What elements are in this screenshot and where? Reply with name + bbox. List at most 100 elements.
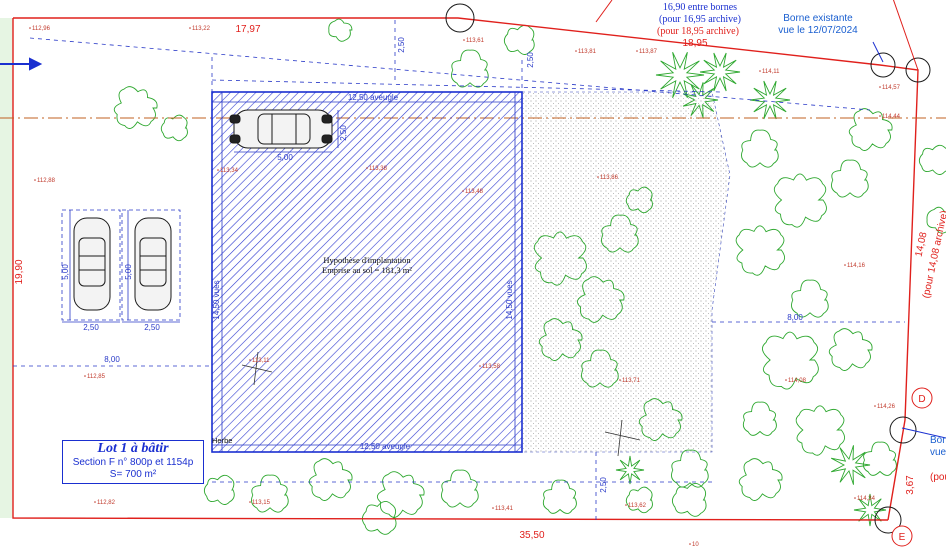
elevation-label: 112,96	[32, 26, 51, 32]
herbe-label: Herbe	[212, 436, 232, 445]
tree	[791, 279, 829, 318]
elevation-point	[462, 190, 464, 192]
elevation-point	[636, 50, 638, 52]
borne-note-partial-1: Borne	[930, 435, 946, 446]
dim-park-length-2: 5,00	[124, 264, 133, 280]
elevation-label: 114,57	[882, 85, 901, 91]
elevation-label: 113,81	[578, 49, 597, 55]
tree	[328, 18, 353, 42]
elevation-point	[366, 167, 368, 169]
tree	[735, 225, 785, 276]
dim-house-width-top: 12,50 aveugle	[348, 93, 399, 102]
shrub	[830, 445, 871, 485]
elevation-point	[84, 375, 86, 377]
dim-setback-top: 2,50	[397, 37, 406, 53]
elevation-point	[625, 504, 627, 506]
tree	[503, 24, 535, 55]
lot-area: S= 700 m²	[109, 469, 157, 480]
elevation-label: 10	[692, 542, 699, 548]
distance-note-3: (pour 18,95 archive)	[657, 26, 739, 37]
elevation-point	[249, 359, 251, 361]
tree	[918, 144, 946, 175]
implantation-subtitle: Emprise au sol = 181,3 m²	[322, 265, 412, 275]
tree	[113, 86, 158, 129]
elevation-point	[463, 39, 465, 41]
tree	[741, 129, 779, 168]
elevation-point	[854, 497, 856, 499]
tree	[828, 328, 873, 371]
elevation-point	[879, 115, 881, 117]
elevation-point	[879, 86, 881, 88]
tree	[742, 401, 777, 436]
tree	[451, 49, 489, 88]
tree	[361, 501, 397, 535]
lot-title: Lot 1 à bâtir	[97, 441, 169, 456]
dim-bottom-frontage: 35,50	[519, 530, 544, 541]
elevation-point	[94, 501, 96, 503]
elevation-label: 113,48	[465, 189, 484, 195]
dim-right-distance: 8,00	[787, 313, 803, 322]
tree	[160, 114, 188, 142]
tree	[773, 173, 827, 228]
elevation-label: 113,61	[466, 38, 485, 44]
elevation-label: 113,58	[482, 364, 501, 370]
elevation-label: 114,34	[857, 496, 876, 502]
dim-setback-bottom: 2,50	[599, 477, 608, 493]
dim-park-length-1: 5,00	[61, 264, 70, 280]
side-value: 14,08	[914, 231, 930, 258]
elevation-point	[34, 179, 36, 181]
elevation-label: 114,16	[847, 263, 866, 269]
elevation-point	[785, 379, 787, 381]
elevation-point	[597, 176, 599, 178]
tree	[862, 441, 897, 476]
elevation-label: 114,44	[882, 114, 901, 120]
elevation-label: 113,86	[600, 175, 619, 181]
elevation-label: 114,11	[762, 69, 780, 75]
elevation-label: 114,26	[877, 404, 896, 410]
elevation-point	[575, 50, 577, 52]
elevation-point	[29, 27, 31, 29]
dim-car-width: 2,50	[339, 125, 348, 141]
dim-park-width-2: 2,50	[144, 323, 160, 332]
borne-note-partial-2: vue	[930, 447, 946, 458]
elevation-label: 113,38	[369, 166, 388, 172]
dim-house-depth-right: 14,50 vues	[505, 280, 514, 319]
distance-note-4: 18,95	[682, 38, 707, 49]
tree	[441, 469, 479, 508]
tree	[203, 474, 235, 505]
borne-note-1: Borne existante	[783, 13, 853, 24]
elevation-label: 113,87	[639, 49, 658, 55]
tree	[251, 474, 289, 513]
elevation-point	[874, 405, 876, 407]
elevation-point	[217, 169, 219, 171]
elevation-point	[759, 70, 761, 72]
implantation-title: Hypothèse d'implantation	[323, 255, 411, 265]
elevation-label: 113,11	[252, 358, 270, 364]
elevation-point	[619, 379, 621, 381]
distance-note-2: (pour 16,95 archive)	[659, 14, 741, 25]
dim-park-width-1: 2,50	[83, 323, 99, 332]
tree	[831, 159, 869, 198]
tree	[376, 471, 425, 518]
elevation-point	[249, 501, 251, 503]
lot-section: Section F n° 800p et 1154p	[72, 457, 194, 468]
dim-car-length: 5,00	[277, 153, 293, 162]
implantation-text: Hypothèse d'implantation Emprise au sol …	[322, 255, 412, 275]
dim-right-small: 3,67	[905, 475, 916, 495]
green-strip	[0, 18, 13, 518]
elevation-label: 114,08	[788, 378, 807, 384]
tree	[671, 483, 707, 517]
borne-note-partial-3: (pour	[930, 472, 946, 483]
parked-car-1	[73, 217, 111, 311]
dim-left-side: 19,90	[14, 259, 25, 284]
tree	[542, 479, 577, 514]
garden-area	[521, 91, 731, 453]
car-top	[229, 109, 333, 149]
distance-note-1: 16,90 entre bornes	[663, 2, 737, 13]
tree	[738, 458, 783, 501]
elevation-label: 113,15	[252, 500, 271, 506]
elevation-label: 113,62	[628, 503, 647, 509]
elevation-label: 113,71	[622, 378, 641, 384]
borne-e-label: E	[899, 532, 906, 543]
dim-left-distance: 8,00	[104, 355, 120, 364]
